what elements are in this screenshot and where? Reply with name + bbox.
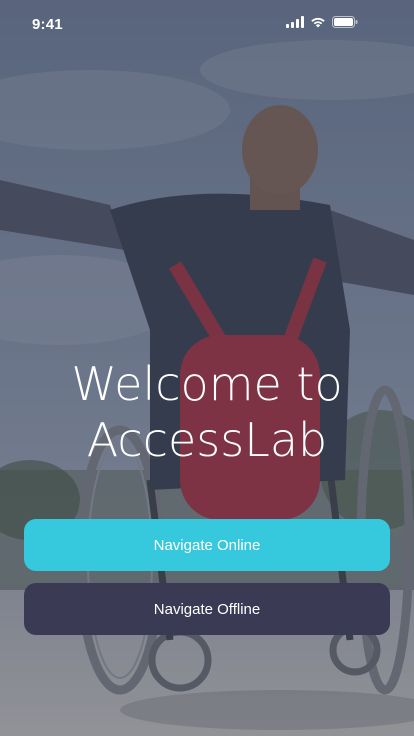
status-bar: 9:41 bbox=[0, 0, 414, 48]
battery-icon bbox=[332, 16, 358, 28]
welcome-screen: 9:41 Welcome to AccessLab Navigate Onlin… bbox=[0, 0, 414, 736]
welcome-line-2: AccessLab bbox=[86, 413, 328, 467]
welcome-heading: Welcome to AccessLab bbox=[0, 356, 414, 468]
navigate-offline-label: Navigate Offline bbox=[153, 600, 261, 618]
status-icons bbox=[286, 16, 358, 28]
wifi-icon bbox=[310, 16, 326, 28]
status-time: 9:41 bbox=[32, 16, 63, 33]
signal-icon bbox=[286, 16, 304, 28]
navigate-offline-button[interactable]: Navigate Offline bbox=[24, 583, 390, 635]
navigate-online-label: Navigate Online bbox=[153, 536, 261, 554]
welcome-line-1: Welcome to bbox=[71, 357, 343, 411]
navigate-online-button[interactable]: Navigate Online bbox=[24, 519, 390, 571]
